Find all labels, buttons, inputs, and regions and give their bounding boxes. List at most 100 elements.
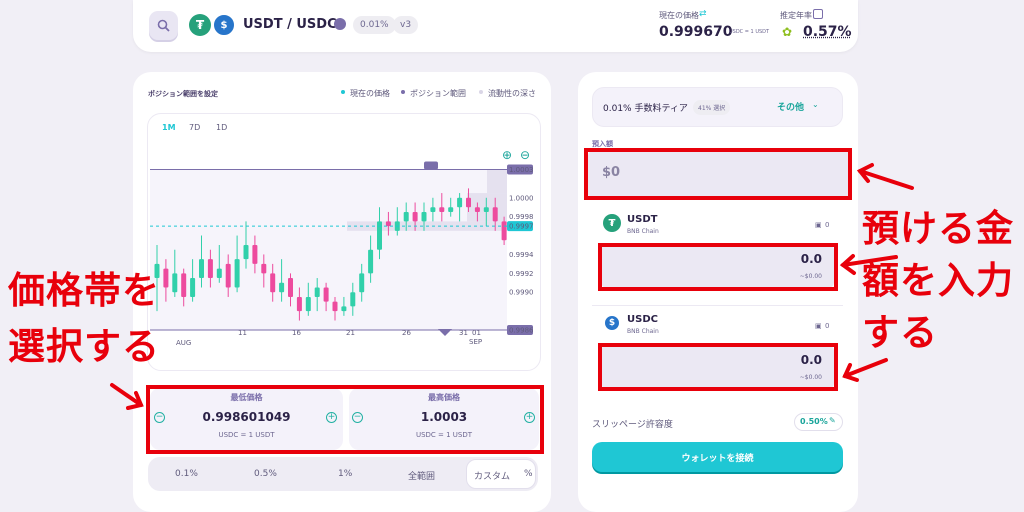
pencil-icon: ✎ — [829, 416, 836, 425]
custom-percent: % — [524, 469, 533, 479]
annotation-left-label: 価格帯を選択する — [8, 269, 160, 368]
x-tick-label: 11 — [238, 329, 247, 337]
legend-dot-depth — [479, 90, 483, 94]
candle — [492, 207, 498, 222]
y-tick-label: 0.9990 — [509, 289, 534, 297]
candle — [359, 273, 365, 293]
slippage-label: スリッページ許容度 — [592, 420, 673, 430]
usdt-balance: 0 — [825, 221, 830, 229]
pair-title: USDT / USDC — [243, 17, 337, 32]
y-tick-label: 0.9994 — [509, 251, 534, 259]
candle — [385, 221, 391, 227]
candle — [474, 207, 480, 212]
candle — [190, 278, 196, 297]
legend-current: 現在の価格 — [350, 89, 390, 98]
fee-badge: 0.01% — [353, 16, 396, 34]
usdt-chain: BNB Chain — [627, 228, 659, 235]
current-price-value: 0.999670 — [659, 24, 733, 40]
preset-0-1[interactable]: 0.1% — [175, 469, 198, 479]
candle — [216, 268, 222, 279]
candle — [430, 207, 436, 212]
candle — [314, 287, 320, 297]
candle — [199, 259, 204, 279]
calculator-icon[interactable] — [813, 9, 823, 19]
connect-wallet-label: ウォレットを接続 — [681, 454, 754, 464]
usdc-token-icon: $ — [212, 13, 236, 37]
candle — [421, 211, 427, 222]
annotation-left-text: 価格帯を選択する — [8, 263, 186, 385]
candle — [439, 207, 445, 212]
legend-dot-current — [341, 90, 345, 94]
usdc-symbol: USDC — [627, 314, 658, 325]
candle — [403, 211, 409, 222]
annotation-usdc-box — [598, 343, 838, 391]
upper-handle[interactable] — [424, 161, 438, 170]
x-tick-label: 16 — [292, 329, 301, 337]
annotation-right-text: 預ける金額を入力する — [862, 203, 1022, 373]
current-price-label: 現在の価格 — [659, 11, 699, 20]
candle — [296, 296, 302, 312]
usdc-wallet-icon: ▣ — [815, 322, 822, 330]
tab-7d[interactable]: 7D — [189, 123, 200, 132]
preset-0-5[interactable]: 0.5% — [254, 469, 277, 479]
pair-header — [133, 0, 858, 52]
usdt-icon: ₮ — [603, 214, 621, 232]
candle — [350, 292, 356, 307]
leaf-icon: ✿ — [782, 25, 793, 39]
candle — [368, 249, 374, 274]
legend-dot-range — [401, 90, 405, 94]
fee-tier-badge: 41% 選択 — [693, 100, 731, 115]
apr-label: 推定年率 — [780, 11, 812, 20]
swap-direction-icon[interactable]: ⇄ — [699, 9, 707, 19]
usdc-icon: $ — [603, 314, 621, 332]
range-band — [150, 169, 507, 330]
apr-value: 0.57% — [803, 24, 852, 40]
candle — [466, 197, 471, 208]
preset-full-range[interactable]: 全範囲 — [408, 469, 435, 482]
candle — [279, 282, 285, 293]
slippage-value: 0.50% — [800, 417, 828, 426]
more-fee-tiers[interactable]: その他 — [777, 100, 804, 113]
annotation-usdt-box — [598, 243, 838, 291]
y-tick-label: 1.0003 — [509, 166, 534, 174]
candle — [288, 278, 293, 297]
candle — [270, 273, 276, 293]
pool-chart-icon[interactable] — [334, 18, 346, 30]
usdc-chain: BNB Chain — [627, 328, 659, 335]
price-chart[interactable]: 1.0003 1.0000 0.9998 0.9997 0.9994 0.9992 0.99… — [150, 160, 535, 360]
candle — [483, 207, 489, 212]
version-badge: v3 — [393, 16, 419, 34]
candle — [412, 211, 418, 222]
y-tick-label: 0.9992 — [509, 270, 534, 278]
candle — [225, 263, 231, 288]
x-tick-label: 26 — [402, 329, 411, 337]
candle — [252, 245, 258, 264]
tab-1d[interactable]: 1D — [216, 123, 227, 132]
legend-depth: 流動性の深さ — [488, 89, 536, 98]
candle — [305, 296, 311, 312]
y-tick-label: 0.9997 — [509, 223, 534, 231]
usdt-symbol: USDT — [627, 214, 658, 225]
x-tick-label: 31 — [459, 329, 468, 337]
candle — [457, 197, 463, 208]
custom-label: カスタム — [474, 472, 511, 482]
tab-1m[interactable]: 1M — [162, 123, 176, 132]
search-button[interactable] — [149, 11, 178, 40]
usdt-wallet-icon: ▣ — [815, 221, 822, 229]
candle — [234, 259, 240, 288]
candle — [332, 301, 338, 312]
annotation-amount-box — [584, 148, 852, 200]
fee-tier-label: 0.01% 手数料ティア — [603, 104, 688, 114]
y-tick-label: 0.9986 — [509, 327, 534, 335]
current-price-unit: USDC = 1 USDT — [729, 29, 770, 35]
candle — [243, 245, 249, 260]
annotation-right-label: 預ける金額を入力する — [862, 207, 1014, 354]
legend-range: ポジション範囲 — [410, 89, 466, 98]
search-icon — [157, 19, 170, 32]
candle — [448, 207, 454, 212]
annotation-price-range-box — [146, 385, 544, 454]
x-tick-label: 01 — [472, 329, 481, 337]
preset-1[interactable]: 1% — [338, 469, 352, 479]
range-title: ポジション範囲を設定 — [148, 90, 218, 98]
y-tick-label: 0.9998 — [509, 213, 534, 221]
